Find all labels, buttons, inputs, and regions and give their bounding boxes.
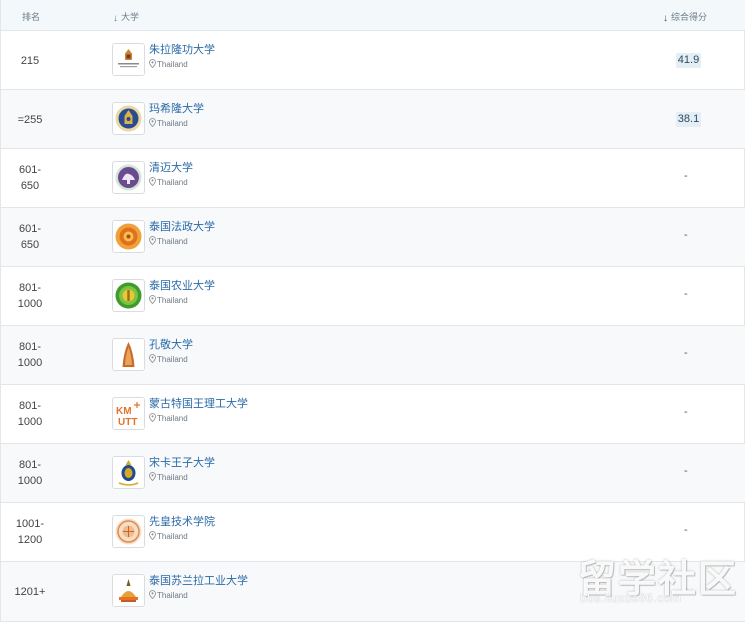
university-location: Thailand <box>149 236 188 246</box>
table-row: 215 朱拉隆功大学 Thailand 41.9 <box>1 31 745 90</box>
chulalongkorn-logo-icon <box>113 44 144 75</box>
university-name-link[interactable]: 清迈大学 <box>149 159 193 175</box>
university-name-link[interactable]: 孔敬大学 <box>149 336 193 352</box>
university-name-link[interactable]: 蒙古特国王理工大学 <box>149 395 248 411</box>
sort-arrow-down-icon: ↓ <box>663 13 668 24</box>
score-badge: 38.1 <box>676 112 701 127</box>
map-pin-icon <box>149 59 156 68</box>
chiang-mai-logo-icon <box>115 164 142 191</box>
university-logo[interactable] <box>112 515 145 548</box>
sort-arrow-down-icon: ↓ <box>113 13 118 24</box>
table-row: 801- 1000 泰国农业大学 Thailand - <box>1 267 745 326</box>
score-empty: - <box>684 288 688 300</box>
map-pin-icon <box>149 295 156 304</box>
table-row: 601- 650 清迈大学 Thailand - <box>1 149 745 208</box>
khon-kaen-logo-icon <box>113 339 144 370</box>
score-empty: - <box>684 524 688 536</box>
table-row: 801- 1000 KM UTT 蒙古特国王理工大学 Thailand - <box>1 385 745 444</box>
score-empty: - <box>684 229 688 241</box>
university-location: Thailand <box>149 472 188 482</box>
score-empty: - <box>684 406 688 418</box>
university-logo[interactable] <box>112 161 145 194</box>
university-location: Thailand <box>149 59 188 69</box>
rank-value: 601- 650 <box>18 164 42 192</box>
university-location: Thailand <box>149 413 188 423</box>
rank-value: 601- 650 <box>18 223 42 251</box>
university-logo[interactable] <box>112 220 145 253</box>
university-location: Thailand <box>149 590 188 600</box>
score-empty: - <box>684 170 688 182</box>
map-pin-icon <box>149 177 156 186</box>
kmutt-logo-icon: KM UTT <box>113 398 144 429</box>
rank-value: 801- 1000 <box>17 341 43 369</box>
rank-value: 1001- 1200 <box>15 518 45 546</box>
watermark-url: bbs.liuxue86.com <box>580 591 682 605</box>
university-location: Thailand <box>149 177 188 187</box>
score-empty: - <box>684 347 688 359</box>
university-name-link[interactable]: 泰国苏兰拉工业大学 <box>149 572 248 588</box>
university-logo[interactable] <box>112 574 145 607</box>
map-pin-icon <box>149 118 156 127</box>
university-name-link[interactable]: 玛希隆大学 <box>149 100 204 116</box>
kmitl-logo-icon <box>115 518 142 545</box>
site-watermark: 留学社区 bbs.liuxue86.com <box>578 548 738 618</box>
university-logo[interactable]: KM UTT <box>112 397 145 430</box>
header-university[interactable]: ↓ 大学 <box>113 10 139 24</box>
prince-of-songkla-logo-icon <box>113 457 144 488</box>
university-logo[interactable] <box>112 456 145 489</box>
rank-value: 215 <box>20 55 40 67</box>
university-location: Thailand <box>149 354 188 364</box>
table-row: 801- 1000 孔敬大学 Thailand - <box>1 326 745 385</box>
map-pin-icon <box>149 531 156 540</box>
map-pin-icon <box>149 472 156 481</box>
header-rank[interactable]: 排名 <box>22 10 40 23</box>
university-name-link[interactable]: 先皇技术学院 <box>149 513 215 529</box>
rank-value: 1201+ <box>14 586 46 598</box>
rank-value: 801- 1000 <box>17 282 43 310</box>
university-logo[interactable] <box>112 279 145 312</box>
suranaree-logo-icon <box>113 575 144 606</box>
table-header: 排名 ↓ 大学 ↓ 综合得分 <box>1 0 745 31</box>
svg-text:KM: KM <box>116 406 132 417</box>
score-badge: 41.9 <box>676 53 701 68</box>
kasetsart-logo-icon <box>115 282 142 309</box>
header-university-label: 大学 <box>121 12 140 22</box>
university-location: Thailand <box>149 531 188 541</box>
university-logo[interactable] <box>112 43 145 76</box>
university-name-link[interactable]: 朱拉隆功大学 <box>149 41 215 57</box>
university-logo[interactable] <box>112 338 145 371</box>
header-score-label: 综合得分 <box>671 12 708 22</box>
thammasat-logo-icon <box>115 223 142 250</box>
map-pin-icon <box>149 413 156 422</box>
map-pin-icon <box>149 236 156 245</box>
rank-value: 801- 1000 <box>17 400 43 428</box>
header-score[interactable]: ↓ 综合得分 <box>663 10 707 24</box>
map-pin-icon <box>149 354 156 363</box>
score-empty: - <box>684 465 688 477</box>
svg-text:UTT: UTT <box>118 417 137 428</box>
rankings-table: 排名 ↓ 大学 ↓ 综合得分 215 朱拉隆功大学 Thailand 41.9 =2… <box>0 0 745 622</box>
table-row: 801- 1000 宋卡王子大学 Thailand - <box>1 444 745 503</box>
rank-value: 801- 1000 <box>17 459 43 487</box>
map-pin-icon <box>149 590 156 599</box>
table-row: 601- 650 泰国法政大学 Thailand - <box>1 208 745 267</box>
university-location: Thailand <box>149 295 188 305</box>
university-logo[interactable] <box>112 102 145 135</box>
rank-value: =255 <box>17 114 43 126</box>
mahidol-logo-icon <box>115 105 142 132</box>
university-location: Thailand <box>149 118 188 128</box>
university-name-link[interactable]: 泰国法政大学 <box>149 218 215 234</box>
university-name-link[interactable]: 泰国农业大学 <box>149 277 215 293</box>
university-name-link[interactable]: 宋卡王子大学 <box>149 454 215 470</box>
table-row: =255 玛希隆大学 Thailand 38.1 <box>1 90 745 149</box>
